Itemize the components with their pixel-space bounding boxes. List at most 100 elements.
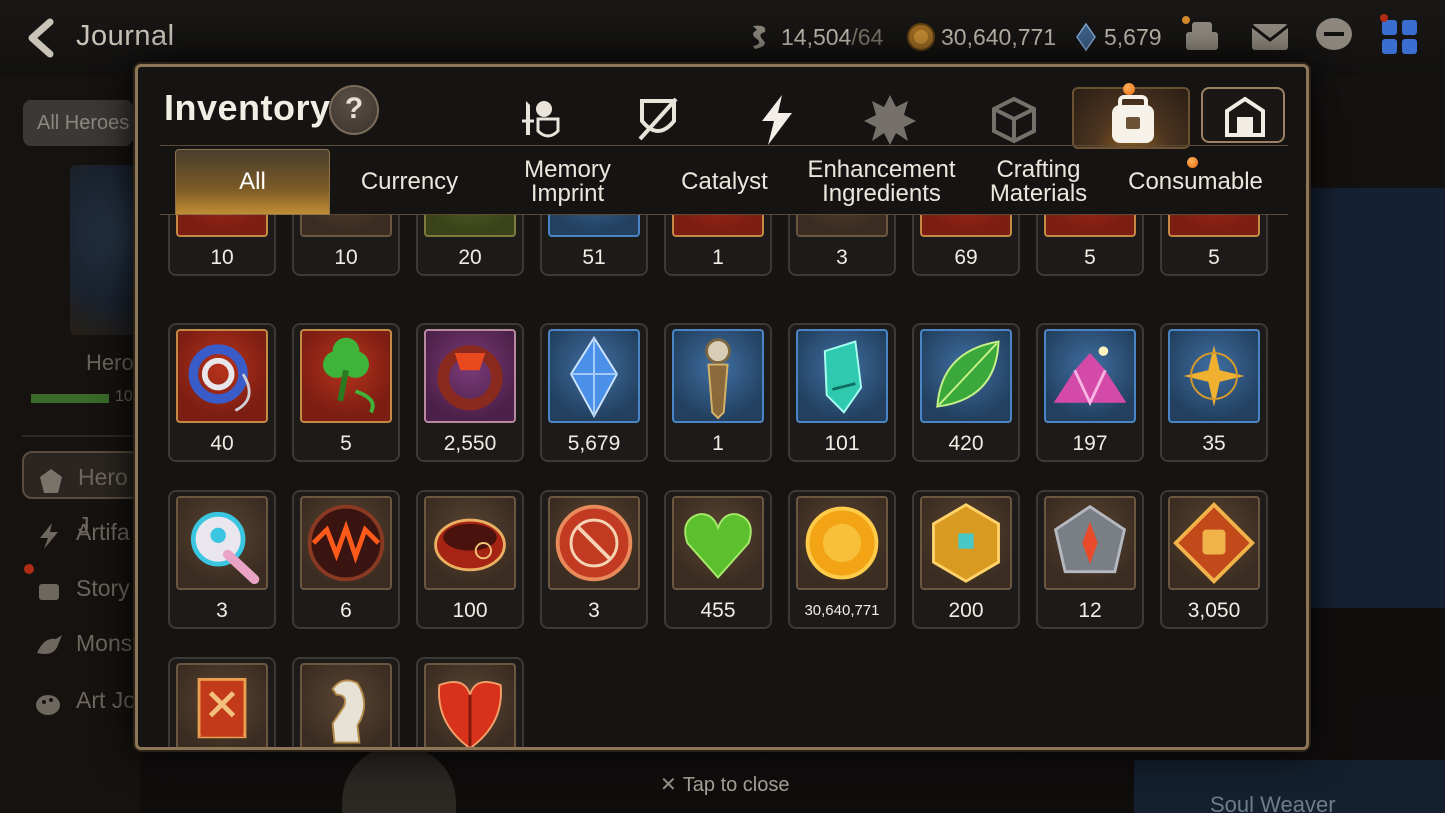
inventory-item[interactable]: 5 xyxy=(292,323,400,462)
item-quantity: 35 xyxy=(1202,432,1226,455)
skystone-icon xyxy=(548,329,640,423)
subtab-catalyst[interactable]: Catalyst xyxy=(647,149,802,215)
hero-equipment-icon[interactable] xyxy=(512,91,572,149)
subtab-all[interactable]: All xyxy=(175,149,330,215)
scroll-icon xyxy=(34,574,64,602)
inventory-item[interactable]: 35 xyxy=(1160,323,1268,462)
inventory-item[interactable]: 2,550 xyxy=(416,323,524,462)
inventory-item[interactable]: 20 xyxy=(416,215,524,276)
subtab-memory-imprint[interactable]: Memory Imprint xyxy=(490,149,645,215)
mail-icon[interactable] xyxy=(1248,14,1292,58)
menu-grid-icon[interactable] xyxy=(1378,14,1422,58)
green-gem-icon xyxy=(300,215,392,237)
inventory-item[interactable]: 1 xyxy=(664,215,772,276)
material-icon[interactable] xyxy=(860,91,920,149)
seal-icon xyxy=(548,496,640,590)
gold-coin-icon xyxy=(796,496,888,590)
inventory-item[interactable]: 12 xyxy=(1036,490,1144,629)
claw-icon xyxy=(424,215,516,237)
inventory-item[interactable]: 10 xyxy=(168,215,276,276)
item-quantity: 6 xyxy=(340,599,352,622)
gold-cup-icon xyxy=(920,215,1012,237)
hero-portrait xyxy=(342,745,456,813)
gold-icon xyxy=(906,22,936,52)
ring-icon xyxy=(424,329,516,423)
banner-icon xyxy=(176,663,268,747)
item-quantity: 3,050 xyxy=(1187,599,1241,622)
inventory-item[interactable]: 3 xyxy=(788,215,896,276)
inventory-item[interactable]: 197 xyxy=(1036,323,1144,462)
hero-label: Hero xyxy=(86,350,134,375)
inventory-item[interactable]: 10 xyxy=(292,215,400,276)
subtab-label: Memory Imprint xyxy=(524,156,611,207)
inventory-item[interactable]: 40 xyxy=(168,323,276,462)
box-icon[interactable] xyxy=(984,91,1044,149)
clover-icon xyxy=(300,329,392,423)
sidebar-item-artifact[interactable]: Artifa xyxy=(22,508,140,556)
skystone-icon xyxy=(1071,22,1101,52)
friends-icon[interactable] xyxy=(1180,14,1224,58)
chat-icon[interactable] xyxy=(1312,14,1356,58)
tap-to-close-label: Tap to close xyxy=(682,774,790,796)
page-title: Journal xyxy=(76,20,175,52)
subtab-currency[interactable]: Currency xyxy=(332,149,487,215)
subtab-crafting-materials[interactable]: Crafting Materials xyxy=(961,149,1116,215)
inventory-grid: 10 10 20 51 1 3 69 5 5 40 5 2,550 5,679 1 101 420 197 35 3… xyxy=(138,215,1306,747)
sidebar-item-hero-journal[interactable]: Hero J xyxy=(22,451,140,538)
item-quantity: 3 xyxy=(588,599,600,622)
inventory-item[interactable] xyxy=(416,657,524,747)
inventory-item[interactable]: 200 xyxy=(912,490,1020,629)
item-quantity: 197 xyxy=(1072,432,1108,455)
inventory-item[interactable]: 420 xyxy=(912,323,1020,462)
bag-icon[interactable] xyxy=(1072,87,1190,149)
inventory-item[interactable]: 5 xyxy=(1160,215,1268,276)
blue-charm-icon xyxy=(1168,215,1260,237)
inventory-item[interactable]: 3,050 xyxy=(1160,490,1268,629)
help-button[interactable]: ? xyxy=(329,85,379,135)
sidebar-item-monster[interactable]: Monst xyxy=(22,619,140,667)
back-arrow-icon[interactable] xyxy=(20,16,64,60)
artifact-icon[interactable] xyxy=(746,91,806,149)
item-quantity: 420 xyxy=(948,432,984,455)
leaf-icon xyxy=(920,329,1012,423)
item-quantity: 101 xyxy=(824,432,860,455)
gold-value: 30,640,771 xyxy=(941,24,1057,50)
inventory-item[interactable]: 69 xyxy=(912,215,1020,276)
sidebar-item-label: Art Jo xyxy=(76,687,137,713)
inventory-item[interactable]: 30,640,771 xyxy=(788,490,896,629)
inventory-item[interactable]: 1 xyxy=(664,323,772,462)
sidebar-item-art-journal[interactable]: Art Jo xyxy=(22,676,140,724)
hero-count: 10 xyxy=(115,388,133,405)
heart-icon xyxy=(672,496,764,590)
item-quantity: 100 xyxy=(452,599,488,622)
blue-sphere-icon xyxy=(796,215,888,237)
storage-icon[interactable] xyxy=(1201,87,1285,143)
no-equipment-icon[interactable] xyxy=(628,91,688,149)
red-charm-icon xyxy=(1044,215,1136,237)
item-quantity: 455 xyxy=(700,599,736,622)
item-quantity: 2,550 xyxy=(443,432,497,455)
inventory-item[interactable]: 6 xyxy=(292,490,400,629)
inventory-item[interactable] xyxy=(168,657,276,747)
inventory-item[interactable] xyxy=(292,657,400,747)
inventory-item[interactable]: 3 xyxy=(540,490,648,629)
sidebar-item-story[interactable]: Story xyxy=(22,564,140,612)
inventory-item[interactable]: 455 xyxy=(664,490,772,629)
subtab-enhancement-ingredients[interactable]: Enhancement Ingredients xyxy=(804,149,959,215)
inventory-item[interactable]: 5,679 xyxy=(540,323,648,462)
item-quantity: 1 xyxy=(712,432,724,455)
tap-to-close[interactable]: ✕ Tap to close xyxy=(660,772,790,797)
inventory-item[interactable]: 3 xyxy=(168,490,276,629)
item-quantity: 5 xyxy=(1208,246,1220,269)
inventory-item[interactable]: 5 xyxy=(1036,215,1144,276)
star-necklace-icon xyxy=(1168,329,1260,423)
palette-icon xyxy=(34,686,64,715)
subtab-label: Enhancement Ingredients xyxy=(807,156,956,207)
robot-icon xyxy=(176,496,268,590)
sidebar-item-label: Artifa xyxy=(76,519,130,545)
all-heroes-filter[interactable]: All Heroes xyxy=(23,100,133,146)
inventory-item[interactable]: 51 xyxy=(540,215,648,276)
inventory-item[interactable]: 101 xyxy=(788,323,896,462)
stamina-counter: 14,504/64 xyxy=(781,24,883,51)
inventory-item[interactable]: 100 xyxy=(416,490,524,629)
